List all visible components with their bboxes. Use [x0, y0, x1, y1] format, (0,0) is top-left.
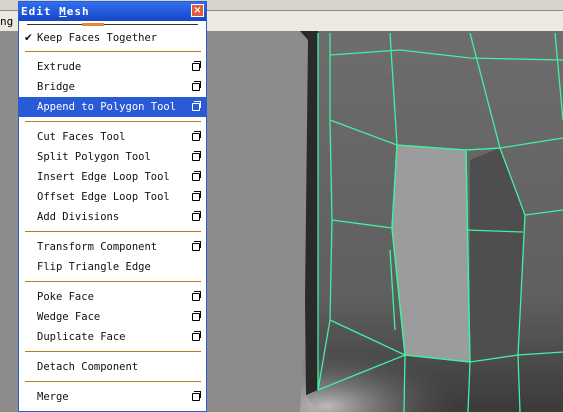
- menu-title: Edit Mesh: [21, 5, 90, 18]
- option-box-icon[interactable]: [192, 61, 201, 71]
- menu-title-bar[interactable]: Edit Mesh ×: [19, 2, 206, 21]
- menu-item-wedge-face[interactable]: Wedge Face: [19, 307, 206, 327]
- option-box-icon[interactable]: [192, 311, 201, 321]
- option-box-icon[interactable]: [192, 191, 201, 201]
- menu-item-keep-faces-together[interactable]: ✔ Keep Faces Together: [19, 28, 206, 48]
- option-box-icon[interactable]: [192, 151, 201, 161]
- menu-item-detach-component[interactable]: Detach Component: [19, 357, 206, 377]
- menu-item-offset-edge-loop-tool[interactable]: Offset Edge Loop Tool: [19, 187, 206, 207]
- option-box-icon[interactable]: [192, 101, 201, 111]
- menu-item-poke-face[interactable]: Poke Face: [19, 287, 206, 307]
- menu-item-flip-triangle-edge[interactable]: Flip Triangle Edge: [19, 257, 206, 277]
- menu-separator: [25, 51, 201, 54]
- menu-separator: [25, 121, 201, 124]
- menu-item-cut-faces-tool[interactable]: Cut Faces Tool: [19, 127, 206, 147]
- menu-item-duplicate-face[interactable]: Duplicate Face: [19, 327, 206, 347]
- menu-item-transform-component[interactable]: Transform Component: [19, 237, 206, 257]
- menu-item-add-divisions[interactable]: Add Divisions: [19, 207, 206, 227]
- option-box-icon[interactable]: [192, 81, 201, 91]
- menu-item-merge[interactable]: Merge: [19, 387, 206, 407]
- menu-separator: [25, 351, 201, 354]
- option-box-icon[interactable]: [192, 131, 201, 141]
- edit-mesh-menu: Edit Mesh × ✔ Keep Faces Together Extrud…: [18, 1, 207, 412]
- option-box-icon[interactable]: [192, 391, 201, 401]
- menu-separator: [25, 231, 201, 234]
- menu-item-insert-edge-loop-tool[interactable]: Insert Edge Loop Tool: [19, 167, 206, 187]
- menu-separator: [25, 281, 201, 284]
- menu-item-extrude[interactable]: Extrude: [19, 57, 206, 77]
- option-box-icon[interactable]: [192, 171, 201, 181]
- option-box-icon[interactable]: [192, 211, 201, 221]
- checkmark-icon: ✔: [24, 32, 33, 44]
- menu-item-bridge[interactable]: Bridge: [19, 77, 206, 97]
- tear-off-handle[interactable]: [19, 21, 206, 28]
- menu-item-split-polygon-tool[interactable]: Split Polygon Tool: [19, 147, 206, 167]
- menu-item-append-to-polygon-tool[interactable]: Append to Polygon Tool: [19, 97, 206, 117]
- option-box-icon[interactable]: [192, 241, 201, 251]
- close-icon[interactable]: ×: [191, 4, 204, 17]
- option-box-icon[interactable]: [192, 291, 201, 301]
- menu-separator: [25, 381, 201, 384]
- cut-off-label: ng: [0, 15, 14, 28]
- option-box-icon[interactable]: [192, 331, 201, 341]
